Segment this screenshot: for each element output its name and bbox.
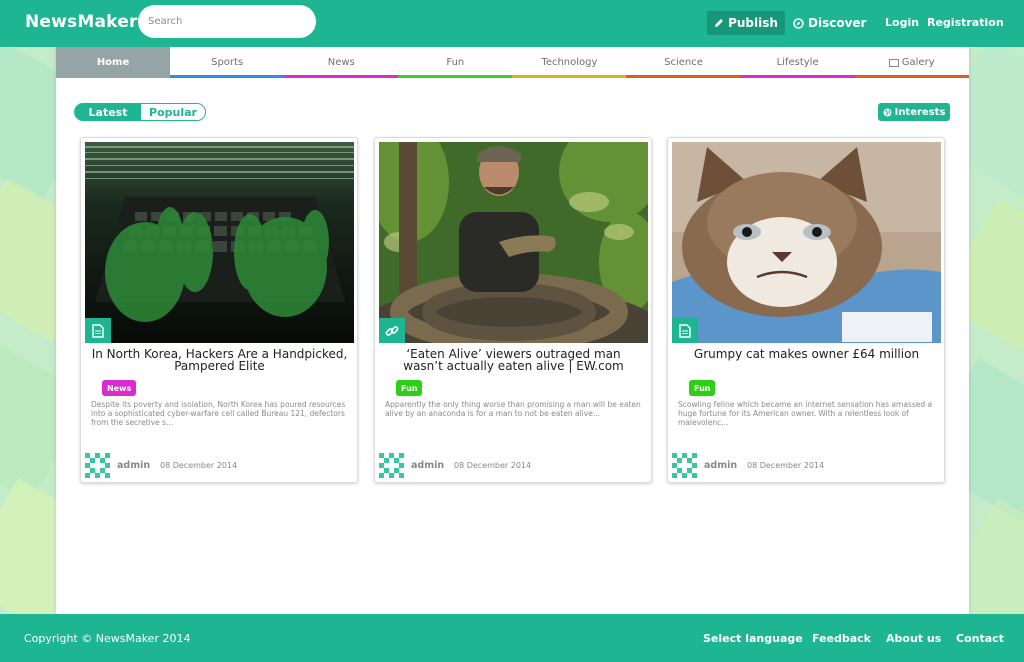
tab-galery[interactable]: Galery	[854, 47, 969, 78]
tab-galery-underline	[854, 75, 969, 78]
article-image-grumpy-cat[interactable]	[672, 142, 941, 343]
tab-science[interactable]: Science	[626, 47, 741, 78]
globe-icon	[883, 108, 892, 116]
tab-lifestyle[interactable]: Lifestyle	[740, 47, 855, 78]
compass-icon	[793, 17, 804, 29]
article-card[interactable]: In North Korea, Hackers Are a Handpicked…	[80, 137, 358, 483]
copyright-text: Copyright © NewsMaker 2014	[24, 632, 191, 645]
tab-news-label: News	[327, 57, 355, 68]
main-panel: Home Sports News Fun Technology Science …	[56, 47, 969, 614]
article-card[interactable]: ‘Eaten Alive’ viewers outraged man wasn’…	[374, 137, 652, 483]
publish-date: 08 December 2014	[160, 461, 238, 470]
search-input[interactable]	[138, 5, 316, 38]
sort-toggle: Latest Popular	[74, 103, 206, 121]
site-logo[interactable]: NewsMaker	[25, 12, 138, 32]
tab-sports-label: Sports	[211, 57, 244, 68]
tab-news-underline	[284, 75, 399, 78]
contact-link[interactable]: Contact	[956, 632, 1004, 645]
tab-technology[interactable]: Technology	[512, 47, 627, 78]
footer: Copyright © NewsMaker 2014 Select langua…	[0, 614, 1024, 662]
tab-home-label: Home	[96, 57, 130, 68]
category-badge[interactable]: Fun	[689, 380, 716, 396]
pencil-icon	[715, 19, 724, 27]
link-icon	[379, 318, 405, 343]
tab-fun[interactable]: Fun	[398, 47, 513, 78]
article-image-man-with-anaconda[interactable]	[379, 142, 648, 343]
registration-link[interactable]: Registration	[927, 16, 1004, 29]
category-badge[interactable]: News	[102, 380, 137, 396]
interests-button[interactable]: Interests	[878, 103, 950, 121]
login-link[interactable]: Login	[885, 16, 919, 29]
document-icon	[672, 318, 698, 343]
article-title[interactable]: In North Korea, Hackers Are a Handpicked…	[91, 348, 348, 372]
tab-lifestyle-underline	[740, 75, 855, 78]
image-icon	[888, 58, 899, 67]
avatar[interactable]	[379, 453, 404, 478]
tab-galery-label: Galery	[901, 57, 935, 68]
tab-fun-label: Fun	[446, 57, 465, 68]
author-name[interactable]: admin	[117, 460, 150, 471]
article-image-hacker-keyboard[interactable]	[85, 142, 354, 343]
popular-toggle[interactable]: Popular	[141, 104, 205, 120]
tab-science-underline	[626, 75, 741, 78]
latest-toggle[interactable]: Latest	[75, 104, 141, 120]
tab-technology-label: Technology	[541, 57, 598, 68]
top-navbar: NewsMaker Publish Discover Login Registr…	[0, 0, 1024, 47]
tab-science-label: Science	[664, 57, 703, 68]
tab-home-underline	[56, 75, 171, 78]
tab-fun-underline	[398, 75, 513, 78]
tab-lifestyle-label: Lifestyle	[776, 57, 819, 68]
article-title[interactable]: Grumpy cat makes owner £64 million	[678, 348, 935, 360]
article-card[interactable]: Grumpy cat makes owner £64 million Fun S…	[667, 137, 945, 483]
category-tabs: Home Sports News Fun Technology Science …	[56, 47, 969, 78]
document-icon	[85, 318, 111, 343]
publish-date: 08 December 2014	[747, 461, 825, 470]
tab-news[interactable]: News	[284, 47, 399, 78]
article-excerpt: Despite its poverty and isolation, North…	[91, 400, 346, 427]
category-badge[interactable]: Fun	[396, 380, 423, 396]
publish-date: 08 December 2014	[454, 461, 532, 470]
author-name[interactable]: admin	[411, 460, 444, 471]
interests-label: Interests	[894, 106, 946, 118]
publish-label: Publish	[728, 16, 778, 30]
tab-sports[interactable]: Sports	[170, 47, 285, 78]
feedback-link[interactable]: Feedback	[812, 632, 871, 645]
discover-button[interactable]: Discover	[793, 11, 866, 35]
about-us-link[interactable]: About us	[886, 632, 941, 645]
tab-home[interactable]: Home	[56, 47, 171, 78]
article-excerpt: Apparently the only thing worse than pro…	[385, 400, 641, 418]
tab-sports-underline	[170, 75, 285, 78]
avatar[interactable]	[672, 453, 697, 478]
publish-button[interactable]: Publish	[707, 11, 785, 35]
select-language-link[interactable]: Select language	[703, 632, 803, 645]
avatar[interactable]	[85, 453, 110, 478]
article-title[interactable]: ‘Eaten Alive’ viewers outraged man wasn’…	[385, 348, 642, 372]
author-name[interactable]: admin	[704, 460, 737, 471]
article-excerpt: Scowling feline which became an internet…	[678, 400, 933, 427]
discover-label: Discover	[808, 16, 867, 30]
tab-technology-underline	[512, 75, 627, 78]
